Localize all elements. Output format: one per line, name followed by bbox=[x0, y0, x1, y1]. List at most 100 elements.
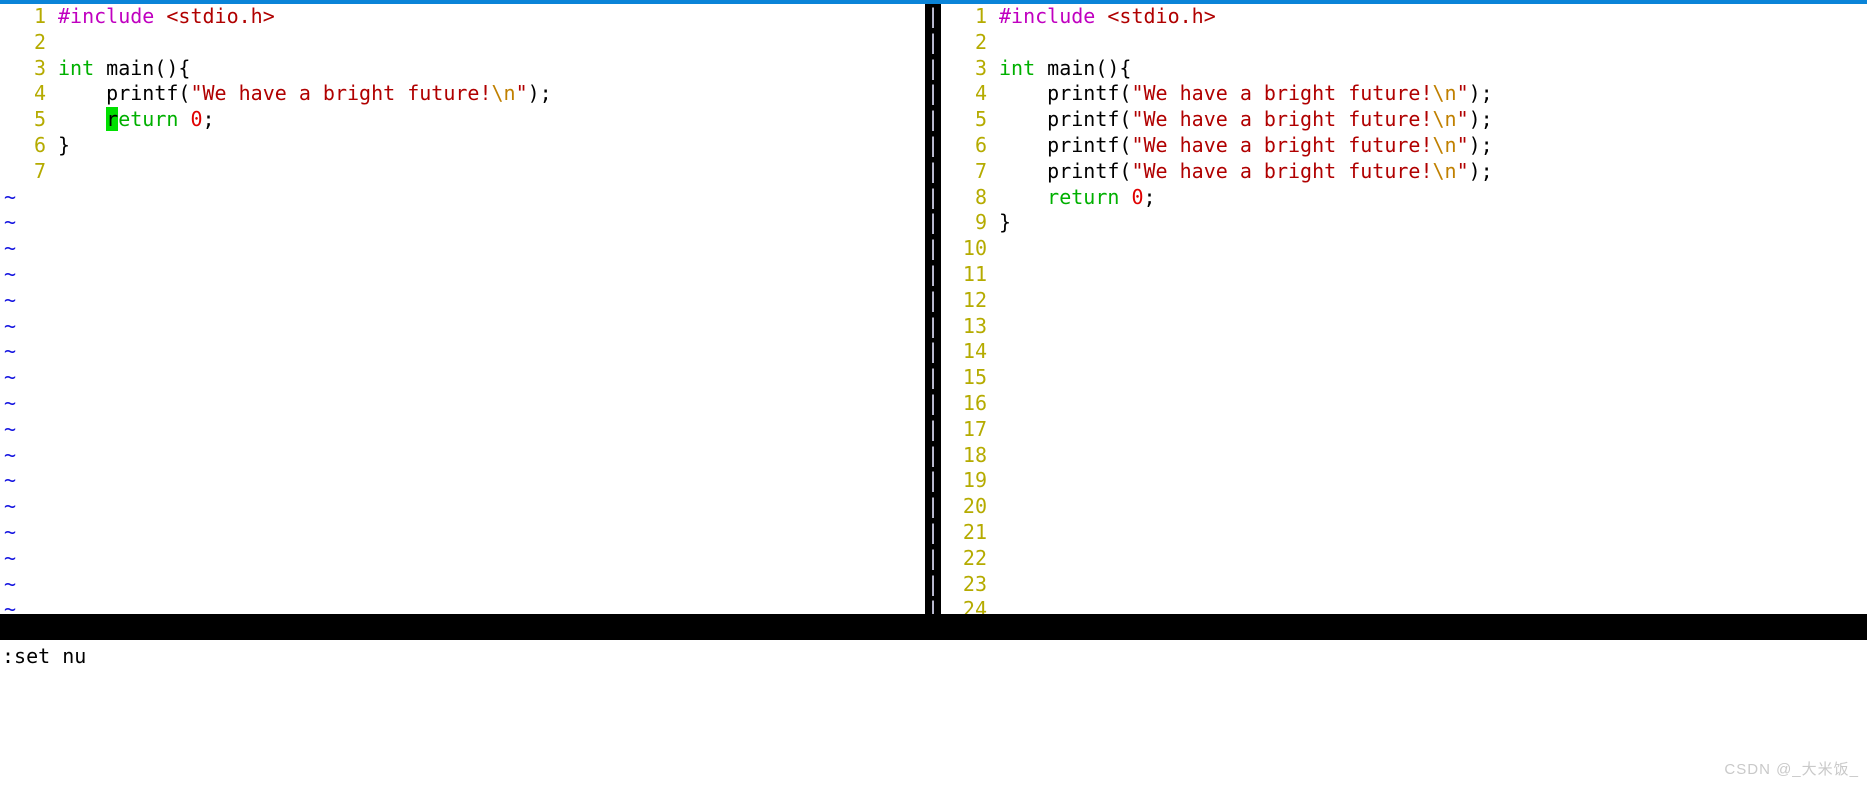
editor-pane-right[interactable]: 1 #include <stdio.h> 2 3 int main(){4 printf… bbox=[941, 4, 1867, 614]
tilde-marker: ~ bbox=[4, 468, 17, 493]
code-line[interactable]: 8 return 0; bbox=[941, 185, 1867, 211]
code-line[interactable]: 2 bbox=[941, 30, 1867, 56]
code-line[interactable]: 7 bbox=[0, 159, 925, 185]
code-line[interactable]: 19 bbox=[941, 468, 1867, 494]
code-line[interactable]: 17 bbox=[941, 417, 1867, 443]
code-line[interactable]: 4 printf("We have a bright future!\n"); bbox=[941, 81, 1867, 107]
code-line[interactable]: 1 #include <stdio.h> bbox=[941, 4, 1867, 30]
line-number: 1 bbox=[33, 4, 46, 28]
code-token: " bbox=[1456, 158, 1469, 183]
code-token: 0 bbox=[190, 107, 203, 132]
line-number: 1 bbox=[974, 4, 987, 28]
line-number: 7 bbox=[33, 158, 46, 183]
code-token: #include bbox=[58, 4, 167, 28]
line-number: 4 bbox=[974, 81, 987, 106]
code-line[interactable]: 4 printf("We have a bright future!\n"); bbox=[0, 81, 925, 107]
line-number: 2 bbox=[33, 29, 46, 54]
split-separator-glyph: | bbox=[926, 365, 940, 390]
split-separator-glyph: | bbox=[926, 55, 940, 80]
split-separator-glyph: | bbox=[926, 261, 940, 286]
code-line[interactable]: 14 bbox=[941, 339, 1867, 365]
split-separator-glyph: | bbox=[926, 313, 940, 338]
code-line[interactable]: 20 bbox=[941, 494, 1867, 520]
line-number: 6 bbox=[974, 132, 987, 157]
tilde-marker: ~ bbox=[4, 184, 17, 209]
line-number: 8 bbox=[974, 184, 987, 209]
code-token: printf( bbox=[999, 158, 1132, 183]
status-bar-left: test02.c [+] 5,5 All bbox=[0, 614, 933, 640]
tilde-marker: ~ bbox=[4, 571, 17, 596]
line-number: 5 bbox=[33, 107, 46, 132]
tilde-marker: ~ bbox=[4, 339, 17, 364]
editor-pane-left[interactable]: 1 #include <stdio.h> 2 3 int main(){4 printf… bbox=[0, 4, 925, 614]
code-line[interactable]: 3 int main(){ bbox=[0, 56, 925, 82]
code-line[interactable]: 15 bbox=[941, 365, 1867, 391]
code-token: ); bbox=[1468, 158, 1493, 183]
code-line[interactable]: 9} bbox=[941, 210, 1867, 236]
split-separator-glyph: | bbox=[926, 468, 940, 493]
code-token: \n bbox=[1432, 132, 1457, 157]
tilde-marker: ~ bbox=[4, 597, 17, 614]
code-line[interactable]: 24 bbox=[941, 597, 1867, 614]
tilde-marker: ~ bbox=[4, 210, 17, 235]
code-token: printf( bbox=[999, 81, 1132, 106]
code-token: ); bbox=[1468, 81, 1493, 106]
tilde-marker: ~ bbox=[4, 519, 17, 544]
line-number: 7 bbox=[974, 158, 987, 183]
tilde-marker: ~ bbox=[4, 416, 17, 441]
empty-line-markers-left: ~ ~ ~ ~ ~ ~ ~ ~ ~ ~ ~ ~ ~ ~ ~ ~ ~ bbox=[0, 185, 925, 614]
vim-window: 1 #include <stdio.h> 2 3 int main(){4 printf… bbox=[0, 0, 1867, 785]
code-token: \n bbox=[1432, 81, 1457, 106]
code-line[interactable]: 2 bbox=[0, 30, 925, 56]
line-number: 5 bbox=[974, 107, 987, 132]
line-number: 12 bbox=[962, 287, 987, 312]
code-line[interactable]: 5 return 0; bbox=[0, 107, 925, 133]
code-token: int bbox=[999, 55, 1036, 80]
code-line[interactable]: 10 bbox=[941, 236, 1867, 262]
code-token: } bbox=[58, 132, 71, 157]
code-line[interactable]: 13 bbox=[941, 314, 1867, 340]
code-line[interactable]: 11 bbox=[941, 262, 1867, 288]
code-line[interactable]: 22 bbox=[941, 546, 1867, 572]
split-separator-glyph: | bbox=[926, 339, 940, 364]
cursor-block: r bbox=[106, 107, 119, 132]
code-token: "We have a bright future! bbox=[1131, 107, 1433, 132]
window-split-separator[interactable]: | | | | | | | | | | | | | | | | | | | | | | | | bbox=[925, 4, 941, 614]
tilde-marker: ~ bbox=[4, 545, 17, 570]
split-separator-glyph: | bbox=[926, 494, 940, 519]
tilde-marker: ~ bbox=[4, 287, 17, 312]
code-line[interactable]: 5 printf("We have a bright future!\n"); bbox=[941, 107, 1867, 133]
tilde-marker: ~ bbox=[4, 313, 17, 338]
code-line[interactable]: 16 bbox=[941, 391, 1867, 417]
line-number: 21 bbox=[962, 519, 987, 544]
split-separator-glyph: | bbox=[926, 571, 940, 596]
code-token: ); bbox=[1468, 132, 1493, 157]
code-line[interactable]: 18 bbox=[941, 443, 1867, 469]
code-token: 0 bbox=[1131, 184, 1144, 209]
code-line[interactable]: 1 #include <stdio.h> bbox=[0, 4, 925, 30]
line-number: 14 bbox=[962, 339, 987, 364]
code-line[interactable]: 21 bbox=[941, 520, 1867, 546]
code-token: ); bbox=[1468, 107, 1493, 132]
code-token: <stdio.h> bbox=[1107, 4, 1216, 28]
split-separator-glyph: | bbox=[926, 442, 940, 467]
code-line[interactable]: 23 bbox=[941, 572, 1867, 598]
code-line[interactable]: 6} bbox=[0, 133, 925, 159]
line-number: 3 bbox=[33, 55, 46, 80]
code-lines-right: 1 #include <stdio.h> 2 3 int main(){4 printf… bbox=[941, 4, 1867, 614]
code-line[interactable]: 3 int main(){ bbox=[941, 56, 1867, 82]
code-line[interactable]: 6 printf("We have a bright future!\n"); bbox=[941, 133, 1867, 159]
code-line[interactable]: 7 printf("We have a bright future!\n"); bbox=[941, 159, 1867, 185]
line-number: 3 bbox=[974, 55, 987, 80]
code-token: \n bbox=[491, 81, 516, 106]
code-token: return bbox=[1047, 184, 1120, 209]
code-line[interactable]: 12 bbox=[941, 288, 1867, 314]
tilde-marker: ~ bbox=[4, 494, 17, 519]
command-line[interactable]: :set nu bbox=[0, 642, 1867, 670]
split-separator-glyph: | bbox=[926, 4, 940, 28]
split-separator-glyph: | bbox=[926, 132, 940, 157]
tilde-marker: ~ bbox=[4, 442, 17, 467]
line-number: 15 bbox=[962, 365, 987, 390]
